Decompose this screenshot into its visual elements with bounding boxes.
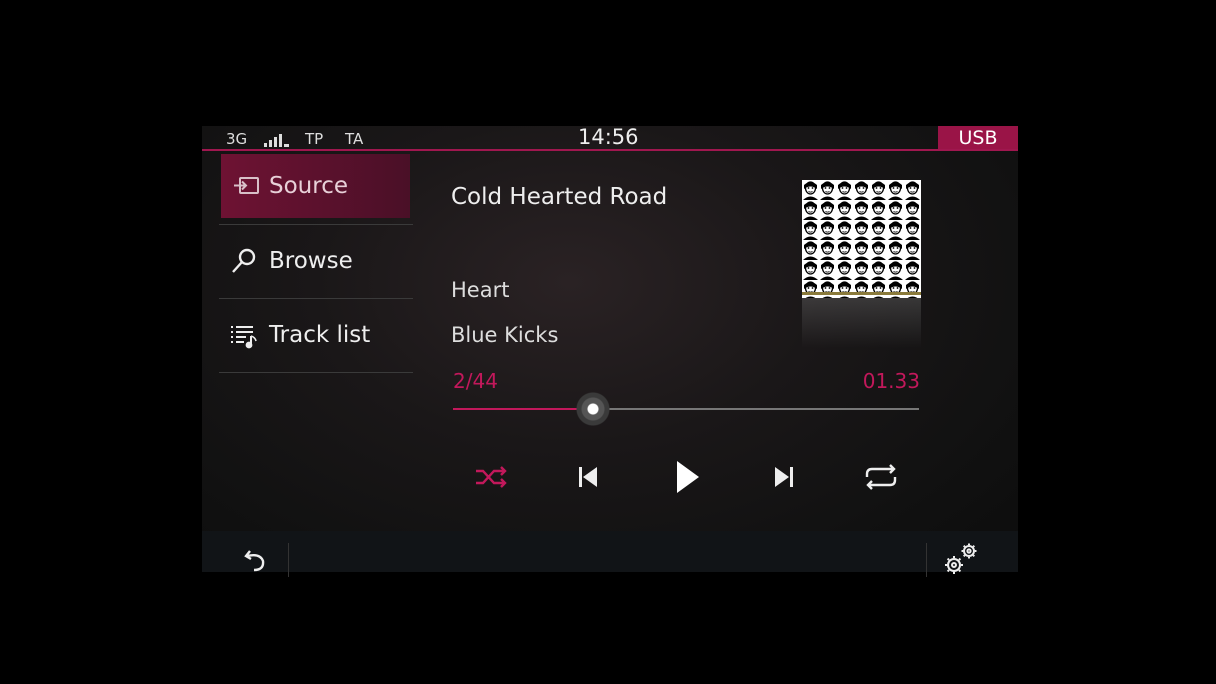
track-title: Cold Hearted Road xyxy=(451,184,668,210)
track-list-icon xyxy=(229,320,259,350)
album-name: Blue Kicks xyxy=(451,323,559,347)
bottom-divider xyxy=(288,543,289,577)
menu-item-label: Source xyxy=(269,173,348,199)
next-track-icon xyxy=(775,467,793,487)
progress-knob[interactable] xyxy=(574,391,611,427)
play-icon xyxy=(677,461,699,493)
previous-track-button[interactable] xyxy=(568,459,608,495)
next-track-button[interactable] xyxy=(764,459,804,495)
menu-item-label: Track list xyxy=(269,322,371,348)
menu-item-track-list[interactable]: Track list xyxy=(219,299,414,371)
shuffle-button[interactable] xyxy=(472,459,512,495)
status-bar: 3G TP TA 14:56 USB xyxy=(202,125,1018,151)
elapsed-time: 01.33 xyxy=(862,369,920,393)
menu-item-source[interactable]: Source xyxy=(221,154,410,218)
menu-item-label: Browse xyxy=(269,248,353,274)
settings-button[interactable] xyxy=(940,540,980,580)
search-icon xyxy=(229,246,259,276)
menu-divider xyxy=(219,372,413,373)
play-button[interactable] xyxy=(665,455,709,499)
album-art-reflection xyxy=(802,298,921,348)
tp-indicator: TP xyxy=(305,130,324,148)
previous-track-icon xyxy=(579,467,597,487)
bottom-bar xyxy=(202,531,1018,577)
progress-bar[interactable] xyxy=(453,391,919,427)
back-icon xyxy=(244,550,265,572)
menu-item-browse[interactable]: Browse xyxy=(219,225,414,297)
infotainment-screen: 3G TP TA 14:56 USB Source Browse Track l… xyxy=(202,125,1018,577)
repeat-icon xyxy=(865,464,897,490)
progress-fill xyxy=(453,408,593,410)
shuffle-icon xyxy=(476,466,507,488)
signal-strength-icon xyxy=(264,133,290,147)
artist-name: Heart xyxy=(451,278,510,302)
album-art xyxy=(802,180,921,298)
network-type: 3G xyxy=(226,130,248,148)
track-position: 2/44 xyxy=(453,369,498,393)
bottom-divider xyxy=(926,543,927,577)
settings-icon xyxy=(945,543,977,574)
source-input-icon xyxy=(231,171,261,201)
back-button[interactable] xyxy=(240,543,274,577)
clock: 14:56 xyxy=(578,125,639,149)
status-divider xyxy=(202,149,1018,151)
ta-indicator: TA xyxy=(345,130,364,148)
repeat-button[interactable] xyxy=(861,459,901,495)
source-badge[interactable]: USB xyxy=(938,126,1018,150)
